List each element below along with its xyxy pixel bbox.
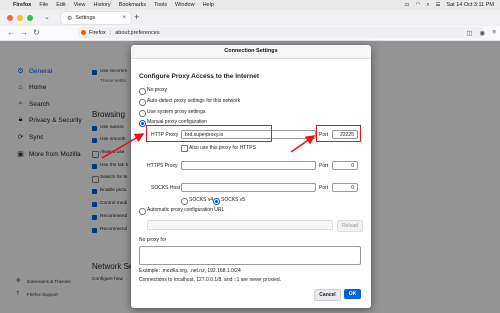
arrow-to-http-port (290, 135, 316, 153)
arrow-to-http-proxy (101, 133, 145, 159)
annotation-arrows (101, 133, 316, 159)
